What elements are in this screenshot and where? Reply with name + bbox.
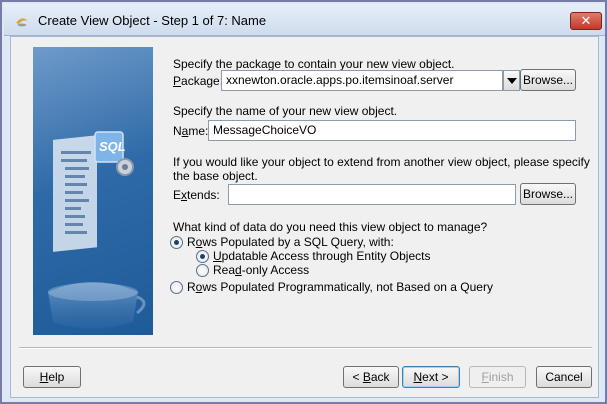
help-button[interactable]: Help <box>23 366 81 388</box>
radio-programmatic-label[interactable]: Rows Populated Programmatically, not Bas… <box>187 280 493 294</box>
close-button[interactable]: ✕ <box>570 12 602 30</box>
footer-separator <box>19 347 592 349</box>
package-dropdown-button[interactable] <box>503 70 520 91</box>
radio-updatable-access[interactable] <box>196 250 209 263</box>
radio-sql-query[interactable] <box>170 236 183 249</box>
data-source-question: What kind of data do you need this view … <box>173 220 488 234</box>
wizard-illustration: SQL <box>33 47 153 335</box>
extends-prompt-line1: If you would like your object to extend … <box>173 155 590 169</box>
extends-label: Extends: <box>173 188 220 202</box>
jdeveloper-icon <box>16 18 28 27</box>
name-label: Name: <box>173 124 209 138</box>
name-prompt: Specify the name of your new view object… <box>173 104 398 118</box>
radio-updatable-access-label[interactable]: Updatable Access through Entity Objects <box>213 249 430 263</box>
dialog-content: SQL Specify the package to contain your … <box>10 36 599 398</box>
package-browse-button[interactable]: Browse... <box>520 69 576 91</box>
wizard-graphic <box>48 131 146 329</box>
sql-badge: SQL <box>99 139 126 154</box>
dialog-window: Create View Object - Step 1 of 7: Name ✕ <box>0 0 607 404</box>
cancel-button[interactable]: Cancel <box>536 366 592 388</box>
radio-readonly-access-label[interactable]: Read-only Access <box>213 263 309 277</box>
extends-field[interactable] <box>228 184 516 205</box>
radio-programmatic[interactable] <box>170 281 183 294</box>
radio-readonly-access[interactable] <box>196 264 209 277</box>
package-label: Package: <box>173 74 224 88</box>
package-prompt: Specify the package to contain your new … <box>173 57 455 71</box>
name-field[interactable]: MessageChoiceVO <box>208 120 576 141</box>
extends-browse-button[interactable]: Browse... <box>520 183 576 205</box>
back-button[interactable]: < Back <box>343 366 399 388</box>
extends-prompt-line2: the base object. <box>173 169 258 183</box>
window-title: Create View Object - Step 1 of 7: Name <box>38 13 267 28</box>
package-field[interactable]: xxnewton.oracle.apps.po.itemsinoaf.serve… <box>221 70 503 91</box>
next-button[interactable]: Next > <box>402 366 460 388</box>
finish-button[interactable]: Finish <box>469 366 526 388</box>
title-bar[interactable]: Create View Object - Step 1 of 7: Name ✕ <box>4 4 605 36</box>
radio-sql-query-label[interactable]: Rows Populated by a SQL Query, with: <box>187 235 394 249</box>
